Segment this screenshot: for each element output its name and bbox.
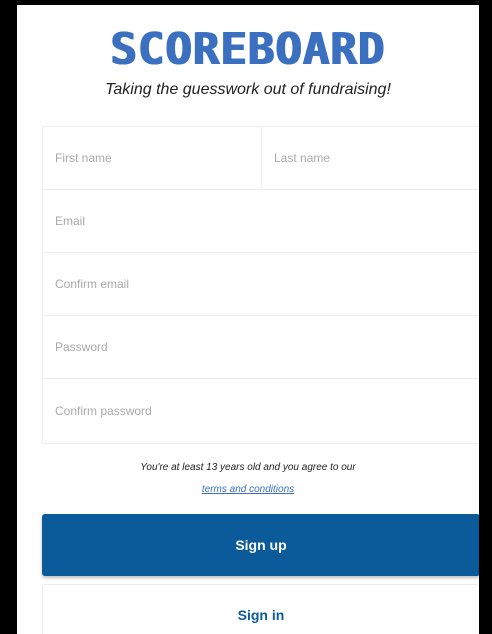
- scoreboard-logo: SCOREBOARD: [110, 24, 386, 75]
- sign-in-button[interactable]: Sign in: [42, 584, 479, 634]
- sign-up-button[interactable]: Sign up: [42, 514, 479, 576]
- first-name-input[interactable]: [43, 127, 261, 189]
- first-name-cell: [43, 127, 262, 189]
- email-row: [43, 190, 479, 253]
- signup-panel: SCOREBOARD Taking the guesswork out of f…: [17, 5, 479, 634]
- confirm-email-row: [43, 253, 479, 316]
- sign-in-label: Sign in: [237, 607, 285, 623]
- password-input[interactable]: [43, 316, 479, 378]
- terms-container: terms and conditions: [17, 484, 479, 495]
- tagline: Taking the guesswork out of fundraising!: [105, 81, 391, 98]
- password-row: [43, 316, 479, 379]
- last-name-input[interactable]: [262, 127, 479, 189]
- confirm-password-row: [43, 379, 479, 442]
- terms-link[interactable]: terms and conditions: [202, 484, 294, 495]
- sign-up-label: Sign up: [235, 537, 287, 553]
- age-notice: You're at least 13 years old and you agr…: [140, 462, 356, 473]
- signup-form: [42, 126, 479, 444]
- confirm-password-input[interactable]: [43, 379, 479, 442]
- confirm-email-input[interactable]: [43, 253, 479, 315]
- last-name-cell: [262, 127, 479, 189]
- name-row: [43, 127, 479, 190]
- email-input[interactable]: [43, 190, 479, 252]
